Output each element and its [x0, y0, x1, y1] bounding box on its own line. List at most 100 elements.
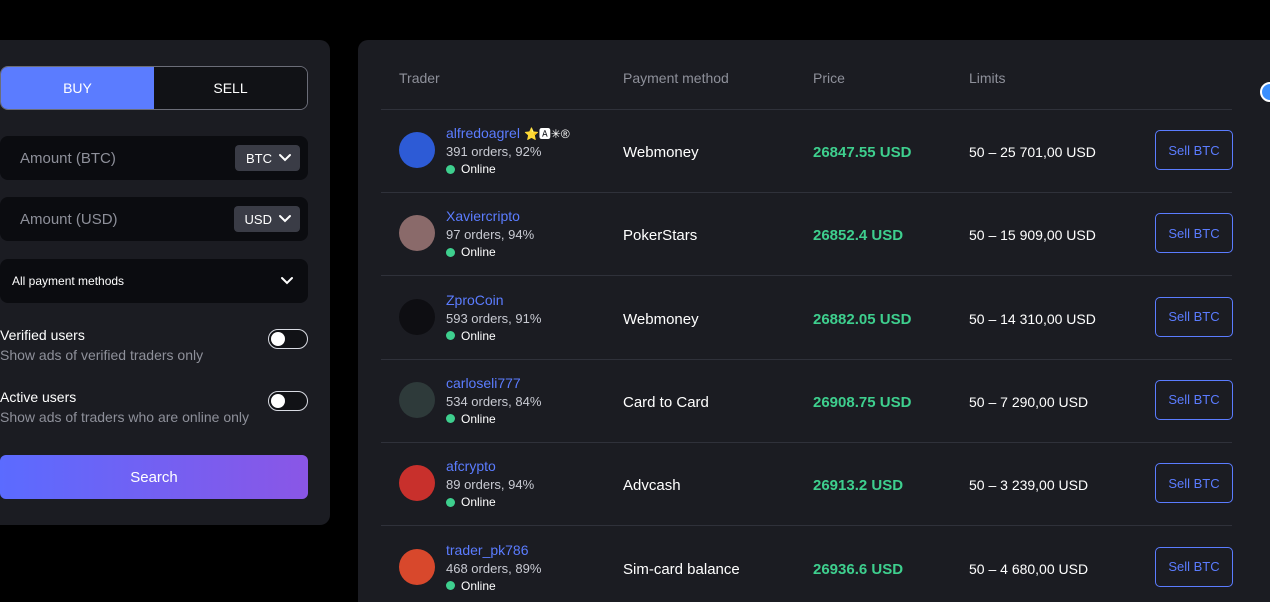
- online-status: Online: [446, 245, 496, 259]
- verified-users-title: Verified users: [0, 327, 85, 343]
- online-dot-icon: [446, 247, 455, 257]
- trader-name-link[interactable]: trader_pk786: [446, 542, 533, 558]
- online-dot-icon: [446, 164, 455, 174]
- trader-name-link[interactable]: carloseli777: [446, 375, 525, 391]
- payment-method: PokerStars: [623, 227, 698, 245]
- limits: 50 – 25 701,00 USD: [969, 144, 1096, 160]
- active-users-desc: Show ads of traders who are online only: [0, 409, 250, 425]
- amount-usd-field[interactable]: Amount (USD) USD: [0, 197, 308, 241]
- avatar[interactable]: [399, 465, 435, 502]
- trader-name-link[interactable]: Xaviercripto: [446, 208, 524, 224]
- buy-tab[interactable]: BUY: [1, 67, 154, 109]
- buy-sell-toggle: BUY SELL: [0, 66, 308, 110]
- price: 26847.55 USD: [813, 144, 912, 161]
- active-users-row: Active users Show ads of traders who are…: [0, 389, 308, 425]
- avatar[interactable]: [399, 298, 435, 335]
- chevron-down-icon: [279, 215, 291, 223]
- header-limits: Limits: [969, 70, 1006, 86]
- trader-orders: 97 orders, 94%: [446, 227, 535, 243]
- price: 26913.2 USD: [813, 477, 904, 495]
- offers-table: Trader Payment method Price Limits alfre…: [358, 40, 1270, 602]
- payment-method: Webmoney: [623, 310, 699, 328]
- price: 26852.4 USD: [813, 227, 904, 245]
- header-payment-method: Payment method: [623, 70, 729, 86]
- active-users-title: Active users: [0, 389, 77, 405]
- sell-btc-button[interactable]: Sell BTC: [1155, 546, 1233, 587]
- limits: 50 – 7 290,00 USD: [969, 393, 1089, 410]
- table-header: Trader Payment method Price Limits: [381, 40, 1232, 110]
- table-row: Xaviercripto 97 orders, 94% Online PokerSta…: [381, 193, 1233, 277]
- avatar[interactable]: [399, 381, 435, 418]
- payment-method: Sim-card balance: [623, 560, 740, 578]
- sell-btc-button[interactable]: Sell BTC: [1155, 296, 1233, 337]
- payment-method-select[interactable]: All payment methods: [0, 259, 308, 303]
- online-dot-icon: [446, 414, 455, 424]
- sell-btc-button[interactable]: Sell BTC: [1155, 379, 1233, 420]
- payment-method: Advcash: [623, 477, 681, 495]
- table-row: carloseli777 534 orders, 84% Online Card to…: [381, 360, 1233, 443]
- online-dot-icon: [446, 497, 455, 507]
- online-status: Online: [446, 579, 496, 593]
- limits: 50 – 3 239,00 USD: [969, 477, 1089, 494]
- trader-name: carloseli777: [446, 374, 521, 391]
- avatar[interactable]: [399, 548, 435, 585]
- status-label: Online: [461, 411, 496, 426]
- btc-currency-select[interactable]: BTC: [235, 145, 300, 171]
- trader-name-link[interactable]: afcrypto: [446, 458, 500, 474]
- trader-orders: 89 orders, 94%: [446, 477, 535, 493]
- trader-name: alfredoagrel: [446, 125, 520, 141]
- chevron-down-icon: [281, 277, 293, 285]
- usd-currency-label: USD: [244, 211, 272, 227]
- online-dot-icon: [446, 331, 455, 341]
- trader-name: trader_pk786: [446, 541, 529, 558]
- trader-name-link[interactable]: alfredoagrel ⭐🅰✳®: [446, 125, 570, 142]
- price: 26882.05 USD: [813, 310, 912, 328]
- active-users-toggle[interactable]: [268, 391, 308, 411]
- table-row: alfredoagrel ⭐🅰✳® 391 orders, 92% Online Web…: [381, 110, 1233, 193]
- limits: 50 – 15 909,00 USD: [969, 227, 1096, 244]
- payment-method: Webmoney: [623, 144, 699, 161]
- status-label: Online: [461, 495, 496, 510]
- trader-orders: 534 orders, 84%: [446, 393, 542, 409]
- toggle-knob: [271, 331, 285, 346]
- trader-orders: 593 orders, 91%: [446, 310, 542, 326]
- header-price: Price: [813, 70, 845, 86]
- status-label: Online: [461, 578, 496, 593]
- verified-users-row: Verified users Show ads of verified trad…: [0, 327, 308, 363]
- toggle-knob: [271, 393, 285, 408]
- sell-btc-button[interactable]: Sell BTC: [1155, 130, 1233, 170]
- avatar[interactable]: [399, 215, 435, 252]
- sell-btc-button[interactable]: Sell BTC: [1155, 213, 1233, 254]
- filter-panel: BUY SELL Amount (BTC) BTC Amount (USD) U…: [0, 40, 330, 525]
- avatar[interactable]: [399, 132, 435, 168]
- limits: 50 – 4 680,00 USD: [969, 560, 1089, 577]
- sell-btc-button[interactable]: Sell BTC: [1155, 463, 1233, 504]
- online-status: Online: [446, 162, 496, 176]
- table-row: afcrypto 89 orders, 94% Online Advcash 26913…: [381, 443, 1233, 527]
- amount-usd-placeholder: Amount (USD): [20, 210, 118, 228]
- online-status: Online: [446, 329, 496, 343]
- price: 26936.6 USD: [813, 560, 904, 578]
- usd-currency-select[interactable]: USD: [233, 206, 300, 232]
- status-label: Online: [461, 162, 496, 176]
- online-dot-icon: [446, 581, 455, 590]
- chevron-down-icon: [279, 154, 291, 162]
- trader-orders: 468 orders, 89%: [446, 560, 542, 576]
- btc-currency-label: BTC: [246, 150, 272, 166]
- trader-orders: 391 orders, 92%: [446, 144, 542, 159]
- sell-tab[interactable]: SELL: [154, 67, 307, 109]
- trader-name: Xaviercripto: [446, 208, 520, 225]
- price: 26908.75 USD: [813, 393, 912, 411]
- limits: 50 – 14 310,00 USD: [969, 310, 1096, 327]
- payment-method-value: All payment methods: [12, 274, 125, 288]
- trader-name-link[interactable]: ZproCoin: [446, 292, 508, 308]
- header-trader: Trader: [399, 70, 440, 86]
- verified-users-toggle[interactable]: [268, 329, 308, 349]
- status-label: Online: [461, 245, 496, 260]
- amount-btc-field[interactable]: Amount (BTC) BTC: [0, 136, 308, 180]
- search-button[interactable]: Search: [0, 455, 308, 499]
- status-label: Online: [461, 328, 496, 343]
- online-status: Online: [446, 495, 496, 509]
- amount-btc-placeholder: Amount (BTC): [20, 149, 116, 167]
- payment-method: Card to Card: [623, 393, 709, 411]
